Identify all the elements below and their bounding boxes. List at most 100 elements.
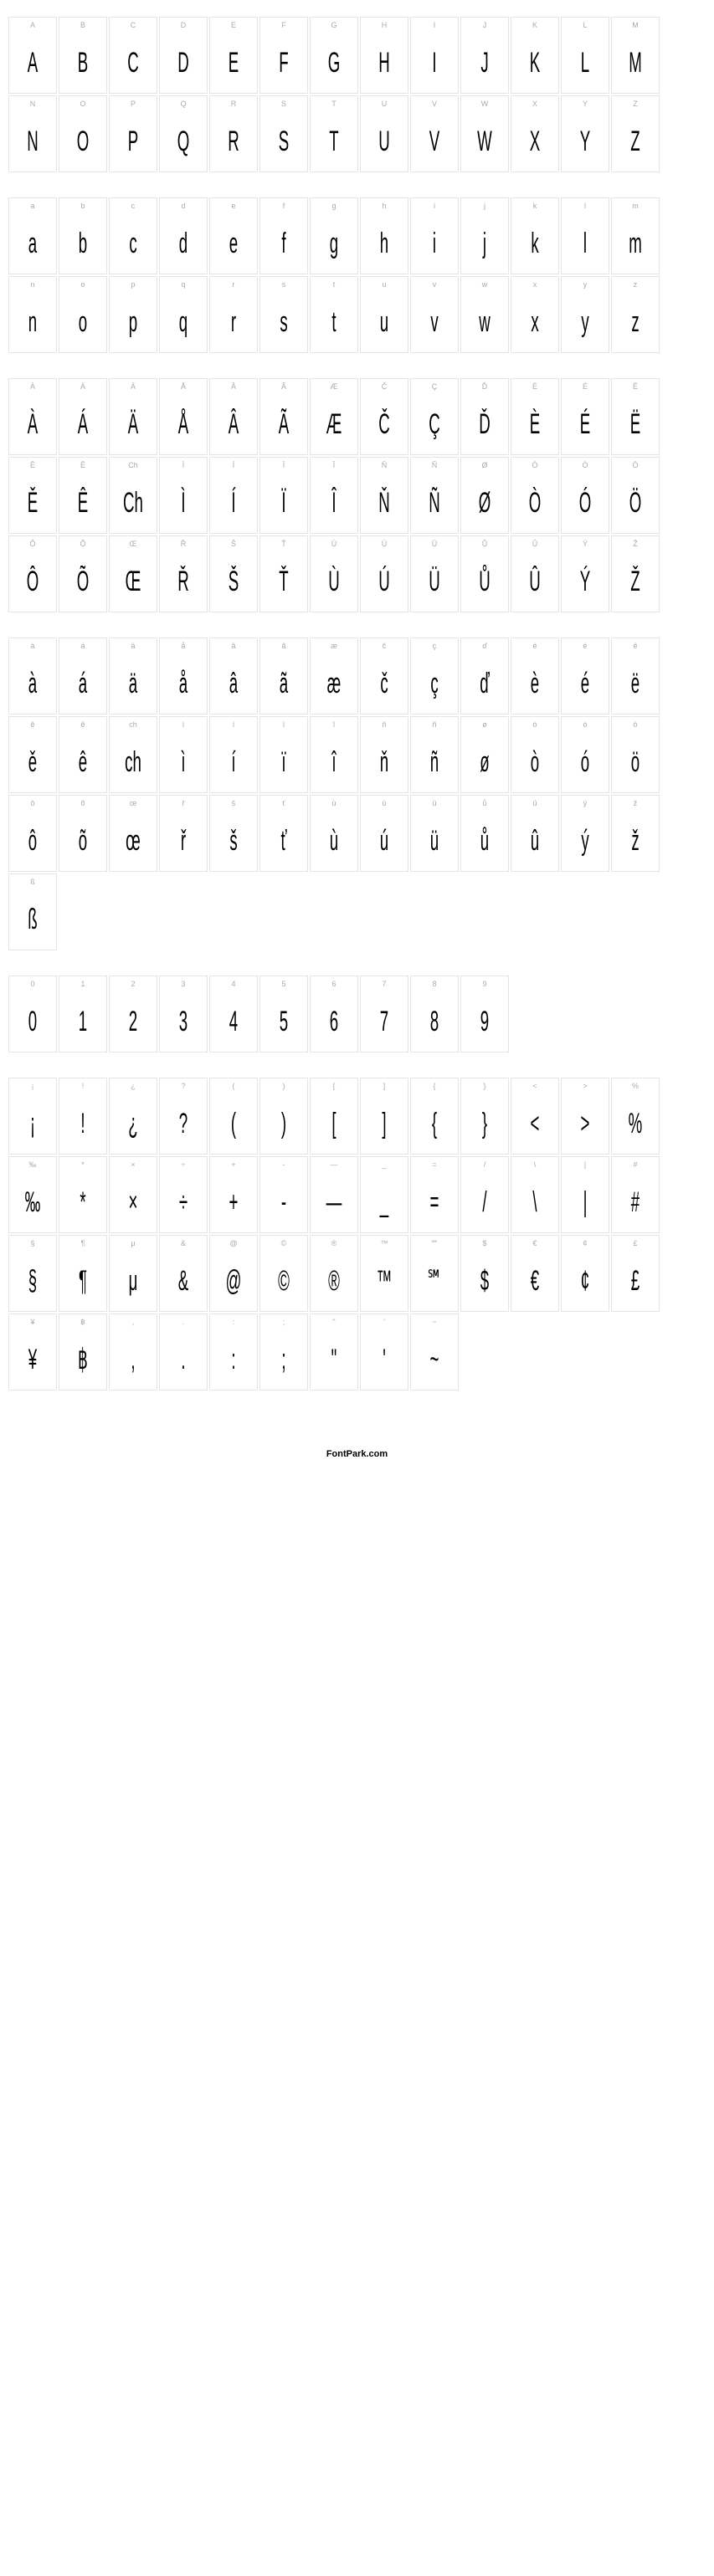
glyph-display: % xyxy=(623,1093,649,1154)
glyph-label: R xyxy=(210,96,257,111)
glyph-cell: qq xyxy=(159,276,208,353)
glyph-label: q xyxy=(160,277,207,292)
glyph-cell: ůů xyxy=(460,795,509,872)
glyph-display: ď xyxy=(472,653,498,714)
glyph-label: + xyxy=(210,1157,257,1172)
glyph-label: G xyxy=(311,18,357,33)
glyph-display: ( xyxy=(221,1093,247,1154)
glyph-display: ť xyxy=(271,811,297,871)
glyph-label: | xyxy=(562,1157,609,1172)
glyph-label: i xyxy=(411,198,458,213)
glyph-label: x xyxy=(511,277,558,292)
glyph-label: μ xyxy=(110,1236,157,1251)
glyph-label: y xyxy=(562,277,609,292)
glyph-cell: ?? xyxy=(159,1078,208,1155)
glyph-cell: ÛÛ xyxy=(511,535,559,612)
glyph-display: 0 xyxy=(20,991,46,1052)
glyph-display: × xyxy=(121,1172,146,1232)
glyph-label: b xyxy=(59,198,106,213)
glyph-label: å xyxy=(160,638,207,653)
glyph-label: - xyxy=(260,1157,307,1172)
glyph-cell: dd xyxy=(159,197,208,274)
glyph-display: P xyxy=(121,111,146,172)
glyph-label: M xyxy=(612,18,659,33)
glyph-label: Ï xyxy=(260,458,307,473)
glyph-cell: ôô xyxy=(8,795,57,872)
glyph-cell: LL xyxy=(561,17,609,94)
glyph-cell: aa xyxy=(8,197,57,274)
glyph-cell: )) xyxy=(259,1078,308,1155)
glyph-display: J xyxy=(472,33,498,93)
glyph-cell: ¶¶ xyxy=(59,1235,107,1312)
glyph-cell: DD xyxy=(159,17,208,94)
glyph-cell: ®® xyxy=(310,1235,358,1312)
section-gap xyxy=(8,1054,706,1078)
glyph-label: F xyxy=(260,18,307,33)
glyph-cell: ÚÚ xyxy=(360,535,408,612)
glyph-label: h xyxy=(361,198,408,213)
glyph-cell: šš xyxy=(209,795,258,872)
glyph-label: E xyxy=(210,18,257,33)
glyph-cell: 77 xyxy=(360,976,408,1052)
glyph-cell: "" xyxy=(310,1314,358,1390)
glyph-label: * xyxy=(59,1157,106,1172)
glyph-label: } xyxy=(461,1078,508,1093)
glyph-display: b xyxy=(70,213,96,274)
glyph-label: ç xyxy=(411,638,458,653)
glyph-display: ê xyxy=(70,732,96,792)
glyph-cell: éé xyxy=(561,638,609,714)
glyph-cell: úú xyxy=(360,795,408,872)
glyph-label: ch xyxy=(110,717,157,732)
glyph-label: $ xyxy=(461,1236,508,1251)
glyph-display: ě xyxy=(20,732,46,792)
glyph-display: & xyxy=(171,1251,197,1311)
glyph-label: m xyxy=(612,198,659,213)
glyph-label: Á xyxy=(59,379,106,394)
glyph-cell: ÕÕ xyxy=(59,535,107,612)
glyph-cell: BB xyxy=(59,17,107,94)
glyph-display: x xyxy=(522,292,548,352)
section-gap xyxy=(8,614,706,638)
glyph-display: Õ xyxy=(70,551,96,612)
glyph-cell: ÑÑ xyxy=(410,457,459,534)
glyph-label: æ xyxy=(311,638,357,653)
glyph-label: ] xyxy=(361,1078,408,1093)
glyph-label: " xyxy=(311,1314,357,1329)
glyph-label: ř xyxy=(160,796,207,811)
glyph-display: Ů xyxy=(472,551,498,612)
glyph-label: Ď xyxy=(461,379,508,394)
glyph-display: . xyxy=(171,1329,197,1390)
glyph-display: > xyxy=(573,1093,598,1154)
glyph-label: Ã xyxy=(260,379,307,394)
glyph-label: A xyxy=(9,18,56,33)
glyph-label: p xyxy=(110,277,157,292)
glyph-label: d xyxy=(160,198,207,213)
glyph-cell: PP xyxy=(109,95,157,172)
glyph-label: ¶ xyxy=(59,1236,106,1251)
glyph-label: D xyxy=(160,18,207,33)
glyph-cell: GG xyxy=(310,17,358,94)
glyph-cell: $$ xyxy=(460,1235,509,1312)
glyph-display: č xyxy=(372,653,398,714)
glyph-label: ~ xyxy=(411,1314,458,1329)
glyph-display: ç xyxy=(422,653,448,714)
glyph-display: Ô xyxy=(20,551,46,612)
glyph-cell: ÔÔ xyxy=(8,535,57,612)
section-gap xyxy=(8,952,706,976)
glyph-label: ‰ xyxy=(9,1157,56,1172)
glyph-display: 4 xyxy=(221,991,247,1052)
glyph-display: ; xyxy=(271,1329,297,1390)
glyph-label: Č xyxy=(361,379,408,394)
glyph-display: ø xyxy=(472,732,498,792)
glyph-display: ÷ xyxy=(171,1172,197,1232)
glyph-display: Ë xyxy=(623,394,649,454)
glyph-label: À xyxy=(9,379,56,394)
glyph-display: à xyxy=(20,653,46,714)
glyph-cell: ŤŤ xyxy=(259,535,308,612)
footer-credit: FontPark.com xyxy=(8,1449,706,1459)
glyph-label: Ê xyxy=(59,458,106,473)
glyph-display: ¶ xyxy=(70,1251,96,1311)
glyph-display: 9 xyxy=(472,991,498,1052)
glyph-label: X xyxy=(511,96,558,111)
glyph-display: õ xyxy=(70,811,96,871)
